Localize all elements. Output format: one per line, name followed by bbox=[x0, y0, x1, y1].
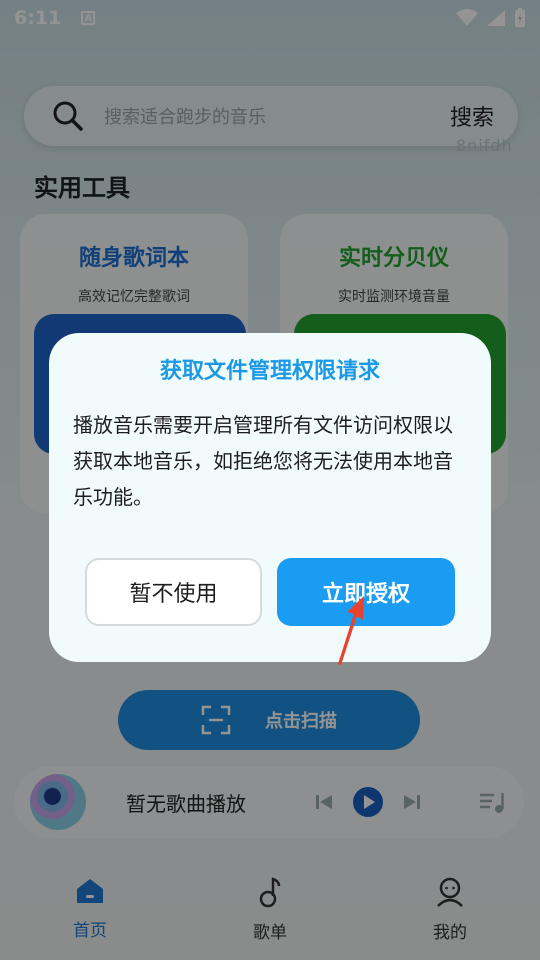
pointer-arrow-icon bbox=[338, 596, 364, 665]
cancel-button[interactable]: 暂不使用 bbox=[85, 558, 262, 626]
dialog-message: 播放音乐需要开启管理所有文件访问权限以获取本地音乐，如拒绝您将无法使用本地音乐功… bbox=[73, 413, 453, 509]
dialog-title: 获取文件管理权限请求 bbox=[159, 359, 380, 384]
permission-dialog: 获取文件管理权限请求 播放音乐需要开启管理所有文件访问权限以获取本地音乐，如拒绝… bbox=[49, 333, 491, 662]
